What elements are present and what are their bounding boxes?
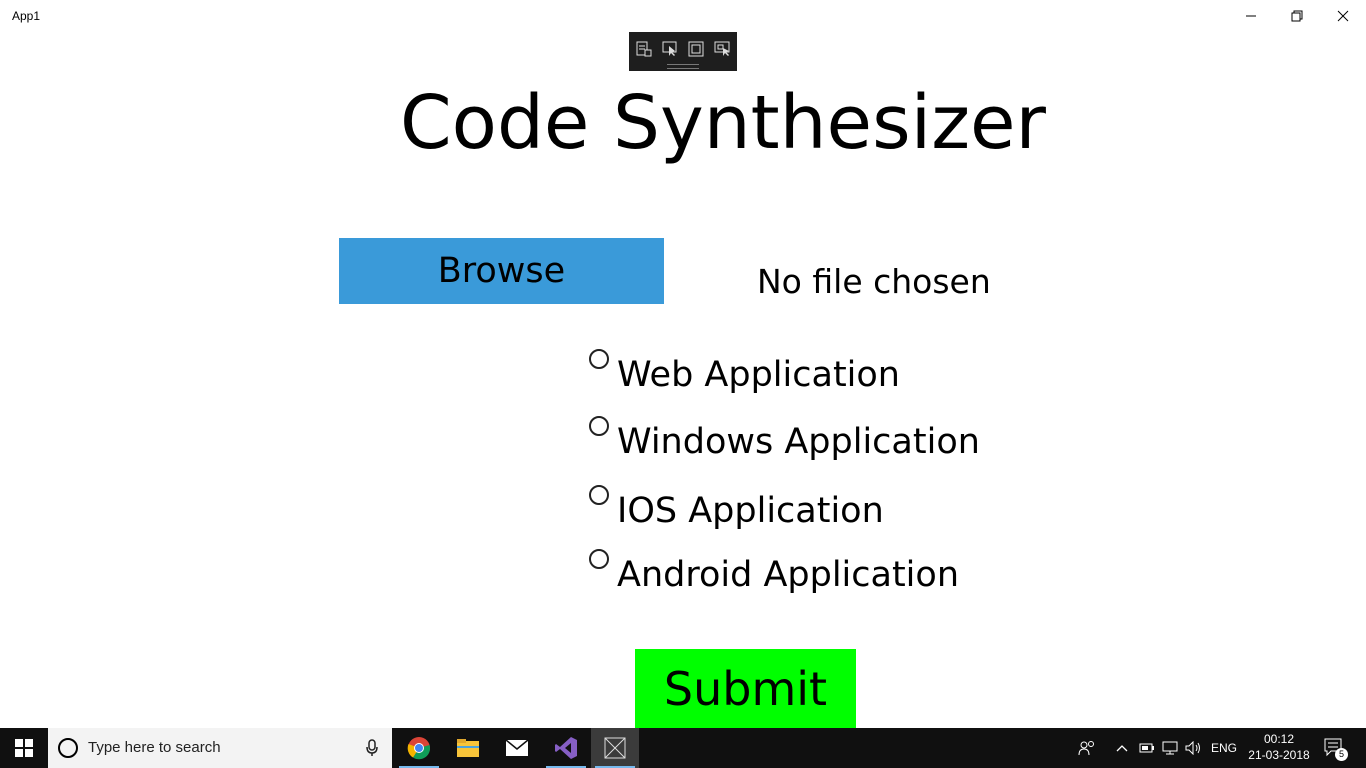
window-title: App1: [12, 9, 41, 23]
select-element-button[interactable]: [660, 40, 680, 58]
show-hidden-icons-button[interactable]: [1114, 728, 1130, 768]
volume-icon: [1185, 741, 1200, 755]
file-explorer-icon: [457, 739, 479, 757]
select-element-icon: [662, 41, 677, 56]
layout-adorners-button[interactable]: [686, 40, 706, 58]
clock-date: 21-03-2018: [1248, 748, 1310, 762]
start-button[interactable]: [0, 728, 48, 768]
clock-time: 00:12: [1263, 732, 1295, 746]
radio-label: Windows Application: [617, 422, 980, 462]
battery-button[interactable]: [1138, 728, 1156, 768]
cortana-icon: [58, 738, 78, 758]
mail-icon: [505, 739, 529, 756]
notification-count-badge: 5: [1335, 748, 1348, 761]
radio-label: IOS Application: [617, 491, 884, 531]
taskbar: Type here to search ENG 00:12 21-03-2018…: [0, 728, 1366, 768]
taskbar-mail[interactable]: [493, 728, 541, 768]
battery-icon: [1139, 743, 1154, 753]
volume-button[interactable]: [1184, 728, 1204, 768]
radio-circle-icon[interactable]: [589, 485, 609, 505]
network-icon: [1162, 741, 1178, 755]
windows-logo-icon: [15, 739, 33, 757]
app1-icon: [604, 737, 626, 759]
chevron-up-icon: [1116, 745, 1128, 752]
title-bar: App1: [0, 0, 1366, 32]
taskbar-visual-studio[interactable]: [542, 728, 590, 768]
submit-button[interactable]: Submit: [635, 649, 856, 728]
people-icon: [1078, 741, 1094, 756]
clock[interactable]: 00:12 21-03-2018: [1246, 731, 1312, 763]
track-focus-button[interactable]: [712, 40, 732, 58]
radio-circle-icon[interactable]: [589, 416, 609, 436]
close-button[interactable]: [1320, 0, 1366, 32]
search-placeholder: Type here to search: [88, 739, 221, 756]
toolbar-grip[interactable]: [667, 64, 699, 69]
taskbar-search[interactable]: Type here to search: [48, 728, 392, 768]
minimize-icon: [1246, 15, 1256, 17]
microphone-icon[interactable]: [364, 738, 380, 758]
people-button[interactable]: [1076, 728, 1098, 768]
radio-label: Android Application: [617, 555, 960, 595]
taskbar-app1[interactable]: [591, 728, 639, 768]
page-title: Code Synthesizer: [400, 80, 1046, 166]
track-focused-element-icon: [714, 41, 730, 56]
taskbar-chrome[interactable]: [395, 728, 443, 768]
chrome-icon: [407, 737, 431, 760]
minimize-button[interactable]: [1228, 0, 1274, 32]
radio-circle-icon[interactable]: [589, 349, 609, 369]
restore-icon: [1291, 10, 1303, 22]
taskbar-file-explorer[interactable]: [444, 728, 492, 768]
network-button[interactable]: [1161, 728, 1181, 768]
radio-label: Web Application: [617, 355, 900, 395]
language-indicator[interactable]: ENG: [1208, 728, 1240, 768]
visual-studio-icon: [555, 737, 577, 759]
close-icon: [1337, 10, 1349, 22]
debug-toolbar: [629, 32, 737, 71]
browse-button[interactable]: Browse: [339, 238, 664, 304]
restore-button[interactable]: [1274, 0, 1320, 32]
radio-circle-icon[interactable]: [589, 549, 609, 569]
action-center-button[interactable]: 5: [1322, 728, 1348, 768]
live-visual-tree-button[interactable]: [634, 40, 654, 58]
file-status-label: No file chosen: [757, 262, 991, 301]
live-visual-tree-icon: [636, 41, 652, 57]
display-layout-adorners-icon: [688, 41, 704, 57]
